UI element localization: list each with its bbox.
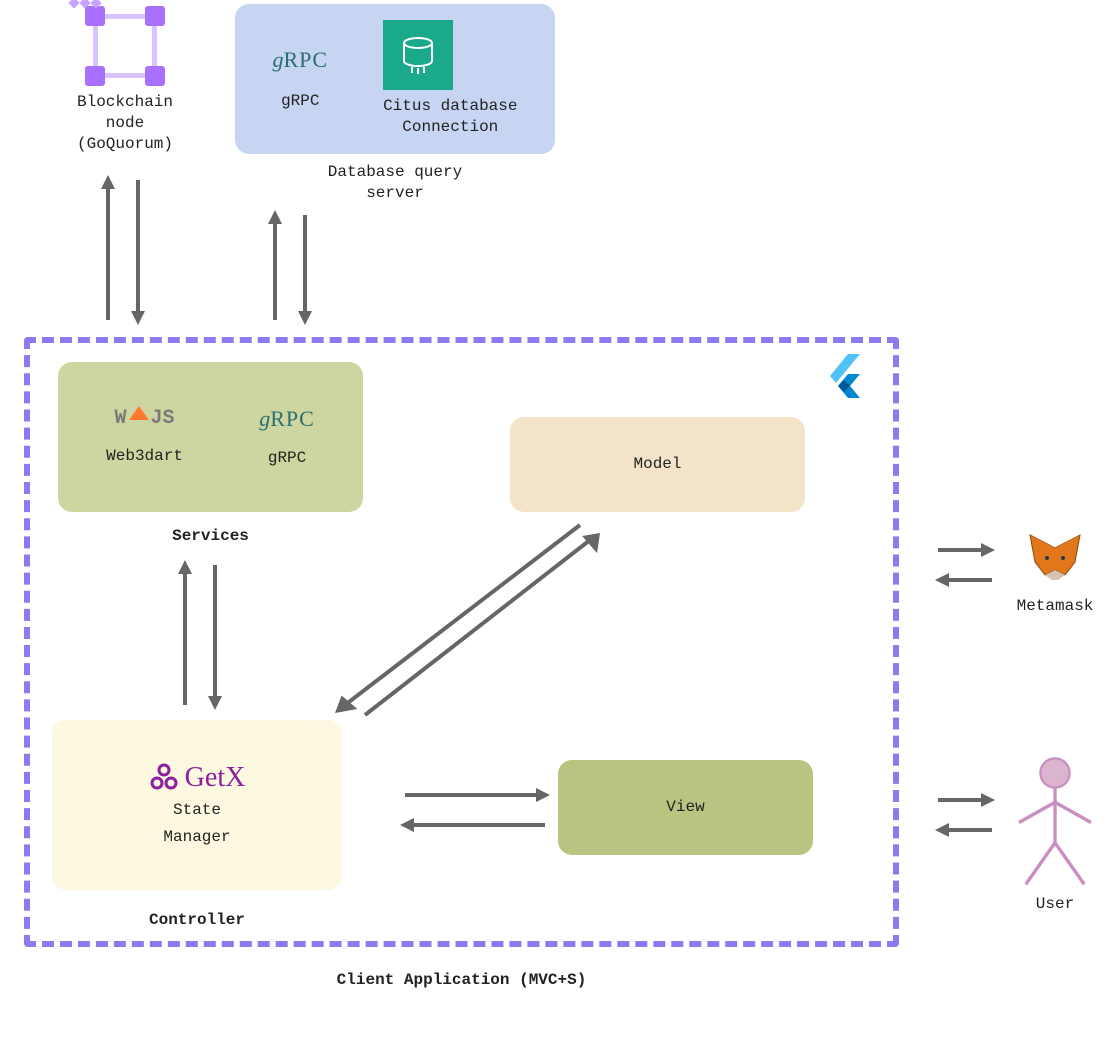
grpc-logo-icon: RPC: [272, 47, 328, 73]
view-box: View: [558, 760, 813, 855]
services-grpc-block: RPC gRPC: [259, 406, 315, 469]
arrow-to-metamask: [935, 540, 995, 560]
db-server-box: RPC gRPC Citus database Connection: [235, 4, 555, 154]
container-caption: Client Application (MVC+S): [24, 970, 899, 991]
dbserver-caption-2: server: [235, 183, 555, 204]
blockchain-label-2: node: [55, 113, 195, 134]
blockchain-label-3: (GoQuorum): [55, 134, 195, 155]
blockchain-node: Blockchain node (GoQuorum): [55, 6, 195, 154]
grpc-block: RPC gRPC: [272, 47, 328, 112]
user-label: User: [1010, 894, 1100, 915]
metamask-icon: [1025, 530, 1085, 585]
model-node: Model: [510, 417, 805, 512]
arrow-controller-to-view: [400, 785, 550, 805]
arrow-services-down: [205, 560, 225, 710]
services-node: WJS Web3dart RPC gRPC Services: [58, 362, 363, 547]
blockchain-icon: [85, 6, 165, 86]
arrow-from-user: [935, 820, 995, 840]
controller-sub-1: State: [173, 800, 221, 821]
services-grpc-icon: RPC: [259, 406, 315, 432]
citus-icon: [383, 20, 453, 90]
arrow-services-up: [175, 560, 195, 710]
services-caption: Services: [58, 526, 363, 547]
grpc-label: gRPC: [272, 91, 328, 112]
services-box: WJS Web3dart RPC gRPC: [58, 362, 363, 512]
controller-node: GetX State Manager Controller: [52, 720, 342, 931]
user-icon: [1010, 755, 1100, 890]
arrow-view-to-controller: [400, 815, 550, 835]
getx-icon: [149, 763, 179, 793]
arrow-dbserver-up: [265, 210, 285, 325]
flutter-icon: [820, 352, 868, 405]
citus-label-1: Citus database: [383, 96, 517, 117]
services-grpc-label: gRPC: [259, 448, 315, 469]
model-box: Model: [510, 417, 805, 512]
arrow-blockchain-down: [128, 175, 148, 325]
web3dart-label: Web3dart: [106, 446, 183, 467]
getx-logo: GetX: [149, 762, 246, 794]
user-node: User: [1010, 755, 1100, 915]
arrow-dbserver-down: [295, 210, 315, 325]
metamask-node: Metamask: [1005, 530, 1105, 617]
web3dart-block: WJS Web3dart: [106, 407, 183, 467]
blockchain-label-1: Blockchain: [55, 92, 195, 113]
arrow-model-to-controller: [320, 505, 600, 725]
arrow-blockchain-up: [98, 175, 118, 325]
controller-sub-2: Manager: [163, 827, 230, 848]
arrow-to-user: [935, 790, 995, 810]
controller-caption: Controller: [52, 910, 342, 931]
view-label: View: [666, 797, 704, 818]
arrow-from-metamask: [935, 570, 995, 590]
db-server-node: RPC gRPC Citus database Connection Datab…: [235, 4, 555, 204]
metamask-label: Metamask: [1005, 596, 1105, 617]
citus-block: Citus database Connection: [383, 20, 517, 138]
web3-icon: WJS: [106, 407, 183, 430]
view-node: View: [558, 760, 813, 855]
citus-label-2: Connection: [383, 117, 517, 138]
dbserver-caption-1: Database query: [235, 162, 555, 183]
controller-box: GetX State Manager: [52, 720, 342, 890]
getx-text: GetX: [185, 762, 246, 794]
model-label: Model: [633, 454, 681, 475]
container-caption-text: Client Application (MVC+S): [24, 970, 899, 991]
